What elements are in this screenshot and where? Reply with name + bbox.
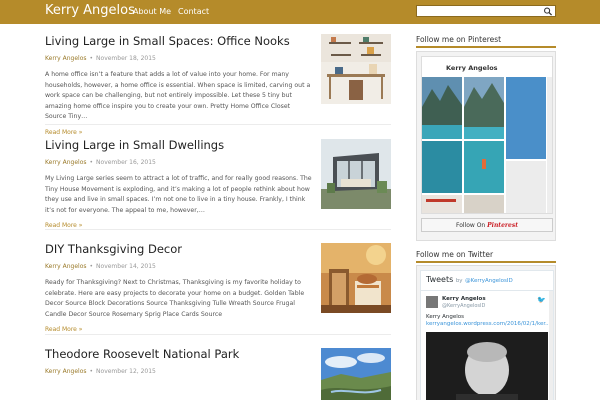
tiny-house-image: [321, 139, 391, 209]
post-author[interactable]: Kerry Angelos: [45, 368, 86, 375]
national-park-image: [321, 348, 391, 400]
tweet-author-handle[interactable]: @KerryAngelosID: [442, 303, 485, 309]
post-thumbnail[interactable]: [321, 243, 391, 313]
twitter-scrollbar[interactable]: [549, 291, 553, 400]
tweets-handle-link[interactable]: @KerryAngelosID: [465, 278, 513, 284]
nav-about-me[interactable]: About Me: [133, 7, 171, 16]
tweets-header: Tweets by @KerryAngelosID: [426, 275, 513, 284]
heading-rule: [416, 261, 556, 263]
post-date: November 16, 2015: [96, 159, 156, 166]
twitter-widget: Tweets by @KerryAngelosID Kerry Angelos …: [416, 265, 556, 400]
post-author[interactable]: Kerry Angelos: [45, 159, 86, 166]
nav-contact[interactable]: Contact: [178, 7, 209, 16]
post-thumbnail[interactable]: [321, 348, 391, 400]
tweets-title: Tweets: [426, 275, 454, 284]
pinterest-logo: Pinterest: [487, 222, 519, 229]
pinterest-pin-grid: [422, 77, 546, 213]
pinterest-widget: Kerry Angelos Follow On Pinterest: [416, 51, 556, 241]
site-header: Kerry Angelos About Me Contact: [0, 0, 600, 24]
avatar[interactable]: [426, 296, 438, 308]
post-thumbnail[interactable]: [321, 34, 391, 104]
post-date: November 18, 2015: [96, 55, 156, 62]
tweet-text: Kerry Angelos: [426, 314, 465, 320]
read-more-link[interactable]: Read More »: [45, 222, 400, 229]
post-author[interactable]: Kerry Angelos: [45, 263, 86, 270]
read-more-link[interactable]: Read More »: [45, 326, 400, 333]
post-excerpt: A home office isn’t a feature that adds …: [45, 71, 311, 120]
post-thumbnail[interactable]: [321, 139, 391, 209]
post-excerpt: Ready for Thanksgiving? Next to Christma…: [45, 279, 305, 318]
portrait-image: [426, 332, 548, 400]
tweets-by: by: [455, 278, 463, 284]
office-nook-image: [321, 34, 391, 104]
tweet-link[interactable]: kerryangelos.wordpress.com/2016/02/1/ker…: [426, 321, 550, 327]
pinterest-board[interactable]: Kerry Angelos: [421, 56, 553, 214]
site-brand[interactable]: Kerry Angelos: [45, 3, 135, 18]
twitter-bird-icon: 🐦: [537, 296, 546, 304]
post-divider: [45, 229, 391, 230]
pinterest-username[interactable]: Kerry Angelos: [446, 64, 498, 72]
divider: [421, 290, 553, 291]
post-divider: [45, 334, 391, 335]
post-date: November 12, 2015: [96, 368, 156, 375]
pinterest-heading: Follow me on Pinterest: [416, 35, 502, 44]
post-date: November 14, 2015: [96, 263, 156, 270]
search-input[interactable]: [416, 5, 556, 17]
twitter-heading: Follow me on Twitter: [416, 250, 494, 259]
post-excerpt: My Living Large series seem to attract a…: [45, 175, 312, 214]
twitter-timeline[interactable]: Tweets by @KerryAngelosID Kerry Angelos …: [420, 270, 554, 400]
post-author[interactable]: Kerry Angelos: [45, 55, 86, 62]
heading-rule: [416, 46, 556, 48]
read-more-link[interactable]: Read More »: [45, 129, 400, 136]
thanksgiving-decor-image: [321, 243, 391, 313]
search-icon[interactable]: [543, 7, 553, 16]
tweet-photo[interactable]: [426, 332, 548, 400]
post-divider: [45, 124, 391, 125]
pinterest-follow-label: Follow On: [455, 222, 486, 229]
pinterest-follow-button[interactable]: Follow On Pinterest: [421, 218, 553, 232]
pinterest-scrollbar[interactable]: [547, 77, 552, 213]
tweet-author-name[interactable]: Kerry Angelos: [442, 296, 486, 302]
